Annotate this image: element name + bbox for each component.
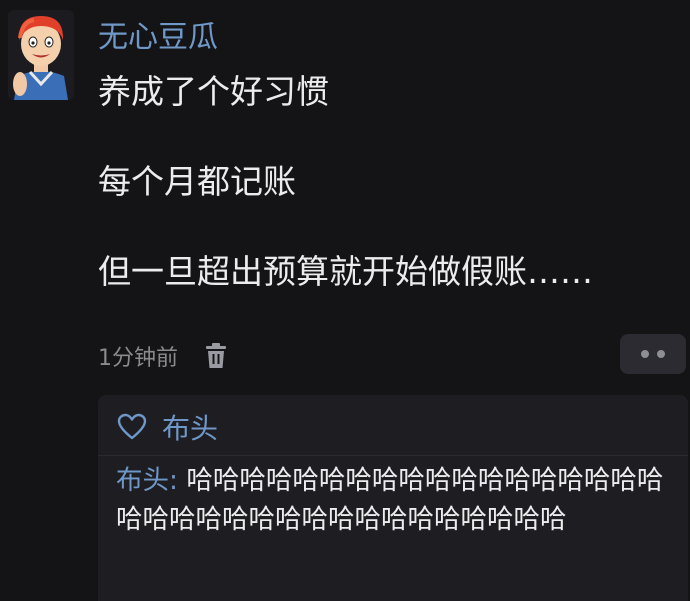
post-card: 无心豆瓜 养成了个好习惯 每个月都记账 但一旦超出预算就开始做假账…… 1分钟前 [0,0,690,601]
more-dots-icon [657,350,665,358]
comment-text: 哈哈哈哈哈哈哈哈哈哈哈哈哈哈哈哈哈哈哈哈哈哈哈哈哈哈哈哈哈哈哈哈哈哈哈 [116,465,664,535]
avatar-image [8,10,74,100]
more-options-button[interactable] [620,334,686,374]
comment-author[interactable]: 布头 [116,465,169,496]
interaction-panel: 布头 布头: 哈哈哈哈哈哈哈哈哈哈哈哈哈哈哈哈哈哈哈哈哈哈哈哈哈哈哈哈哈哈哈哈哈… [98,395,688,601]
username[interactable]: 无心豆瓜 [98,18,218,58]
trash-icon[interactable] [202,341,230,371]
comment-separator: : [169,465,187,496]
more-dots-icon [641,350,649,358]
avatar[interactable] [8,10,74,100]
likes-row: 布头 [116,407,218,447]
heart-outline-icon[interactable] [116,412,148,442]
liker-name[interactable]: 布头 [162,407,218,447]
comment[interactable]: 布头: 哈哈哈哈哈哈哈哈哈哈哈哈哈哈哈哈哈哈哈哈哈哈哈哈哈哈哈哈哈哈哈哈哈哈哈 [116,461,676,539]
post-timestamp: 1分钟前 [98,346,178,371]
post-meta: 1分钟前 [98,336,230,376]
post-text-line: 每个月都记账 [98,162,296,201]
post-text-line: 养成了个好习惯 [98,72,329,111]
divider [98,455,688,456]
post-text-line: 但一旦超出预算就开始做假账…… [98,252,593,291]
